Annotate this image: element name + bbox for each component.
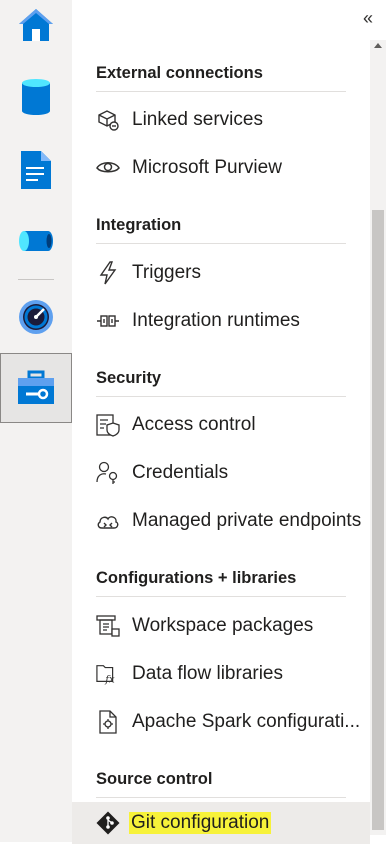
scrollbar-thumb[interactable] (372, 210, 384, 830)
nav-item-access-control[interactable]: Access control (72, 404, 370, 446)
nav-item-linked-services[interactable]: Linked services (72, 99, 370, 141)
nav-item-label: Git configuration (129, 812, 272, 834)
access-control-icon (96, 413, 120, 437)
workspace-packages-icon (96, 614, 120, 638)
nav-item-microsoft-purview[interactable]: Microsoft Purview (72, 147, 370, 189)
nav-item-label: Apache Spark configurati... (132, 711, 361, 732)
nav-item-label: Managed private endpoints (132, 510, 362, 531)
purview-eye-icon (96, 156, 120, 180)
develop-icon (21, 151, 51, 189)
rail-data-button[interactable] (0, 62, 72, 132)
rail-monitor-button[interactable] (0, 282, 72, 352)
section-title-integration: Integration (96, 216, 346, 244)
nav-item-git-configuration[interactable]: Git configuration (72, 802, 370, 844)
nav-item-label: Workspace packages (132, 615, 314, 636)
nav-item-label: Linked services (132, 109, 263, 130)
nav-item-managed-private-endpoints[interactable]: Managed private endpoints (72, 500, 370, 542)
activity-rail (0, 0, 73, 842)
section-title-configurations-libraries: Configurations + libraries (96, 569, 346, 597)
nav-item-integration-runtimes[interactable]: Integration runtimes (72, 300, 370, 342)
nav-item-label: Triggers (132, 262, 201, 283)
cloud-endpoint-icon (96, 509, 120, 533)
data-flow-libraries-icon: fx (96, 662, 120, 686)
nav-item-apache-spark-configurations[interactable]: Apache Spark configurati... (72, 701, 370, 743)
credentials-icon (96, 461, 120, 485)
rail-home-button[interactable] (0, 0, 72, 60)
nav-item-label: Integration runtimes (132, 310, 300, 331)
svg-text:fx: fx (104, 674, 115, 685)
rail-integrate-button[interactable] (0, 206, 72, 276)
integrate-icon (19, 231, 53, 251)
nav-item-label: Microsoft Purview (132, 157, 282, 178)
integration-runtime-icon (96, 309, 120, 333)
trigger-bolt-icon (96, 261, 120, 285)
nav-item-label: Access control (132, 414, 256, 435)
nav-item-workspace-packages[interactable]: Workspace packages (72, 605, 370, 647)
rail-manage-button[interactable] (0, 353, 72, 423)
section-title-external-connections: External connections (96, 64, 346, 92)
section-title-security: Security (96, 369, 346, 397)
spark-config-icon (96, 710, 120, 734)
nav-item-triggers[interactable]: Triggers (72, 252, 370, 294)
home-icon (19, 9, 53, 41)
nav-item-label: Credentials (132, 462, 229, 483)
rail-develop-button[interactable] (0, 135, 72, 205)
git-icon (96, 811, 120, 835)
manage-flyout-panel: « External connections Linked services M… (72, 0, 386, 844)
scroll-up-arrow-icon[interactable] (374, 43, 382, 48)
monitor-icon (19, 300, 53, 334)
collapse-panel-button[interactable]: « (358, 8, 378, 28)
rail-divider (18, 279, 54, 280)
nav-item-label: Data flow libraries (132, 663, 283, 684)
nav-item-data-flow-libraries[interactable]: fx Data flow libraries (72, 653, 370, 695)
manage-icon (18, 370, 54, 404)
data-icon (22, 79, 50, 115)
nav-item-credentials[interactable]: Credentials (72, 452, 370, 494)
section-title-source-control: Source control (96, 770, 346, 798)
linked-services-icon (96, 108, 120, 132)
